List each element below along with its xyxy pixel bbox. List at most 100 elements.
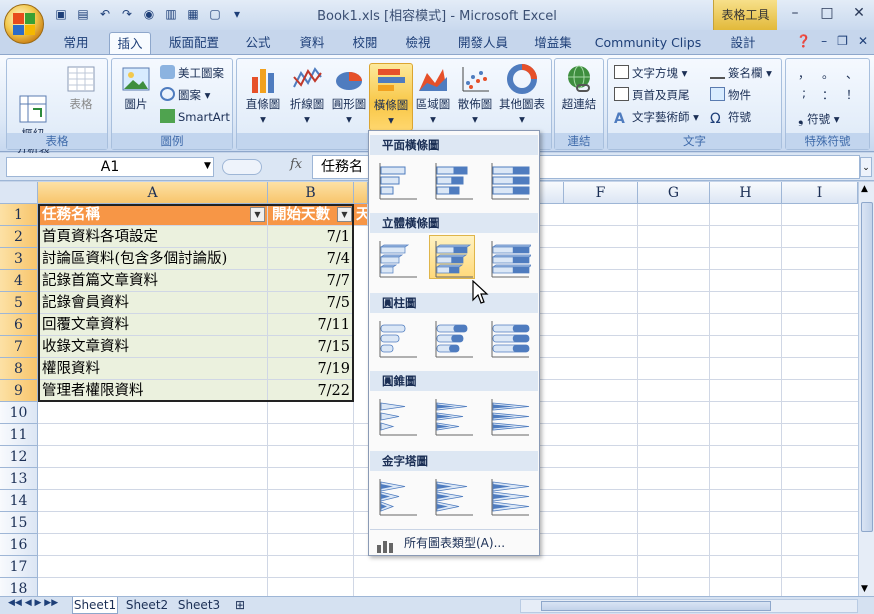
close-button[interactable]: ✕ xyxy=(848,4,870,22)
textbox-button[interactable]: 文字方塊 ▾ xyxy=(614,63,687,83)
header-footer-button[interactable]: 頁首及頁尾 xyxy=(614,85,690,105)
special-symbol-button[interactable]: ❟ 符號 ▾ xyxy=(798,109,840,129)
vertical-scrollbar[interactable]: ▲ ▼ xyxy=(858,182,874,596)
column-header-H[interactable]: H xyxy=(710,182,782,204)
sheet-nav-icon[interactable]: ◀◀ ◀ ▶ ▶▶ xyxy=(8,598,58,608)
tab-page-layout[interactable]: 版面配置 xyxy=(164,32,224,54)
signature-button[interactable]: 簽名欄 ▾ xyxy=(710,63,772,83)
special-char[interactable]: 。 xyxy=(816,65,840,82)
minimize-button[interactable]: – xyxy=(784,4,806,22)
task-name-cell[interactable]: 權限資料 xyxy=(38,358,268,380)
task-name-cell[interactable]: 記錄會員資料 xyxy=(38,292,268,314)
tab-community-clips[interactable]: Community Clips xyxy=(592,32,704,54)
3d-bar-stacked-100-icon[interactable] xyxy=(485,235,531,279)
row-header[interactable]: 5 xyxy=(0,292,38,314)
filter-dropdown-icon[interactable]: ▼ xyxy=(337,207,352,222)
pivot-table-button[interactable]: 樞紐 分析表 xyxy=(11,63,55,156)
all-chart-types-button[interactable]: 所有圖表類型(A)... xyxy=(370,529,538,555)
row-header[interactable]: 4 xyxy=(0,270,38,292)
symbol-button[interactable]: Ω 符號 xyxy=(710,107,751,127)
line-chart-button[interactable]: 折線圖 ▾ xyxy=(285,63,329,131)
tab-insert[interactable]: 插入 xyxy=(109,32,151,54)
row-header[interactable]: 14 xyxy=(0,490,38,512)
3d-bar-clustered-icon[interactable] xyxy=(373,235,419,279)
cone-bar-clustered-icon[interactable] xyxy=(373,393,419,437)
table-button[interactable]: 表格 xyxy=(59,63,103,131)
row-header[interactable]: 8 xyxy=(0,358,38,380)
scroll-thumb[interactable] xyxy=(861,202,873,532)
name-box[interactable]: A1 xyxy=(6,157,214,177)
scroll-up-icon[interactable]: ▲ xyxy=(861,184,868,194)
row-header[interactable]: 2 xyxy=(0,226,38,248)
task-name-cell[interactable]: 管理者權限資料 xyxy=(38,380,268,402)
flat-bar-stacked-100-icon[interactable] xyxy=(485,157,531,201)
column-header-F[interactable]: F xyxy=(564,182,638,204)
maximize-button[interactable]: □ xyxy=(816,4,838,22)
table-header-cell[interactable]: 天 xyxy=(354,204,368,226)
tab-addins[interactable]: 增益集 xyxy=(528,32,578,54)
pyr-bar-stacked-icon[interactable] xyxy=(429,473,475,517)
row-header[interactable]: 17 xyxy=(0,556,38,578)
task-name-cell[interactable]: 收錄文章資料 xyxy=(38,336,268,358)
task-name-cell[interactable]: 記錄首篇文章資料 xyxy=(38,270,268,292)
column-header-C[interactable] xyxy=(354,182,368,204)
row-header[interactable]: 1 xyxy=(0,204,38,226)
flat-bar-stacked-icon[interactable] xyxy=(429,157,475,201)
select-all-corner[interactable] xyxy=(0,182,38,204)
help-icon[interactable]: ❓ xyxy=(796,34,811,48)
row-header[interactable]: 11 xyxy=(0,424,38,446)
row-header[interactable]: 15 xyxy=(0,512,38,534)
column-header-I[interactable]: I xyxy=(782,182,858,204)
cone-bar-stacked-100-icon[interactable] xyxy=(485,393,531,437)
row-header[interactable]: 12 xyxy=(0,446,38,468)
insert-sheet-icon[interactable]: ⊞ xyxy=(228,597,252,614)
cone-bar-stacked-icon[interactable] xyxy=(429,393,475,437)
hyperlink-button[interactable]: 超連結 xyxy=(557,63,601,131)
bar-chart-button[interactable]: 橫條圖 ▾ xyxy=(369,63,413,131)
task-name-cell[interactable]: 首頁資料各項設定 xyxy=(38,226,268,248)
special-char[interactable]: ; xyxy=(792,86,816,103)
row-header[interactable]: 13 xyxy=(0,468,38,490)
row-header[interactable]: 18 xyxy=(0,578,38,596)
column-chart-button[interactable]: 直條圖 ▾ xyxy=(241,63,285,131)
other-charts-button[interactable]: 其他圖表 ▾ xyxy=(497,63,547,131)
task-name-cell[interactable]: 回覆文章資料 xyxy=(38,314,268,336)
cyl-bar-stacked-100-icon[interactable] xyxy=(485,315,531,359)
tab-developer[interactable]: 開發人員 xyxy=(452,32,514,54)
office-button[interactable] xyxy=(4,4,44,44)
start-day-cell[interactable]: 7/15 xyxy=(268,336,354,358)
tab-formulas[interactable]: 公式 xyxy=(238,32,278,54)
start-day-cell[interactable]: 7/4 xyxy=(268,248,354,270)
close-doc-icon[interactable]: ✕ xyxy=(858,34,868,48)
table-header-cell[interactable]: 任務名稱 xyxy=(38,204,268,226)
row-header[interactable]: 10 xyxy=(0,402,38,424)
start-day-cell[interactable]: 7/5 xyxy=(268,292,354,314)
start-day-cell[interactable]: 7/11 xyxy=(268,314,354,336)
object-button[interactable]: 物件 xyxy=(710,85,751,105)
tab-view[interactable]: 檢視 xyxy=(398,32,438,54)
row-header[interactable]: 3 xyxy=(0,248,38,270)
wordart-button[interactable]: A 文字藝術師 ▾ xyxy=(614,107,699,127)
clipart-button[interactable]: 美工圖案 xyxy=(160,63,224,83)
pyr-bar-clustered-icon[interactable] xyxy=(373,473,419,517)
column-header-B[interactable]: B xyxy=(268,182,354,204)
row-header[interactable]: 9 xyxy=(0,380,38,402)
sheet-tab-2[interactable]: Sheet2 xyxy=(124,597,170,614)
start-day-cell[interactable]: 7/7 xyxy=(268,270,354,292)
3d-bar-stacked-icon[interactable] xyxy=(429,235,475,279)
filter-dropdown-icon[interactable]: ▼ xyxy=(250,207,265,222)
tab-data[interactable]: 資料 xyxy=(292,32,332,54)
restore-doc-icon[interactable]: ❐ xyxy=(837,34,848,48)
tab-design[interactable]: 設計 xyxy=(720,32,766,54)
area-chart-button[interactable]: 區域圖 ▾ xyxy=(411,63,455,131)
column-header-E[interactable] xyxy=(540,182,564,204)
cyl-bar-clustered-icon[interactable] xyxy=(373,315,419,359)
smartart-button[interactable]: SmartArt xyxy=(160,107,230,127)
sheet-tab-3[interactable]: Sheet3 xyxy=(176,597,222,614)
pyr-bar-stacked-100-icon[interactable] xyxy=(485,473,531,517)
insert-function-icon[interactable]: fx xyxy=(290,157,302,172)
h-scroll-thumb[interactable] xyxy=(541,601,771,611)
scatter-chart-button[interactable]: 散佈圖 ▾ xyxy=(453,63,497,131)
tab-home[interactable]: 常用 xyxy=(56,32,96,54)
start-day-cell[interactable]: 7/19 xyxy=(268,358,354,380)
